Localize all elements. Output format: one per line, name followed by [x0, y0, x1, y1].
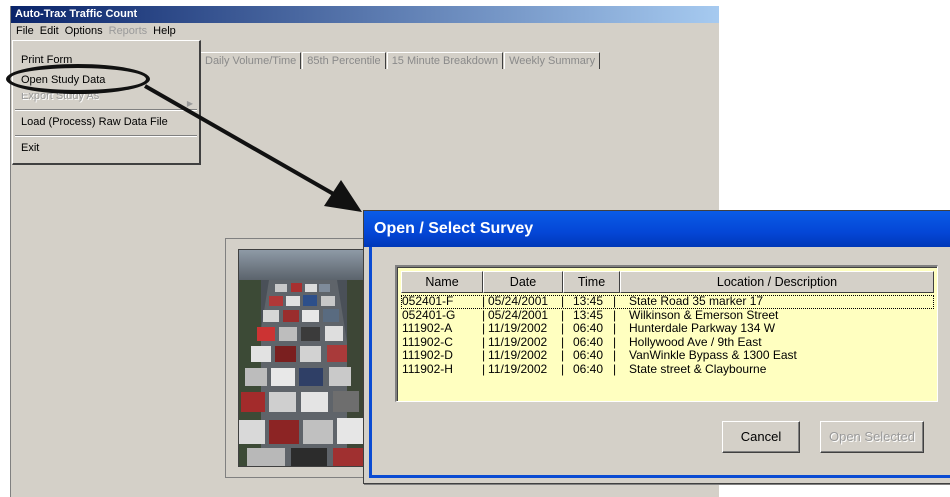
table-row[interactable]: 052401-F | 05/24/2001 | 13:45 | State Ro…	[401, 294, 934, 309]
row-location: Wilkinson & Emerson Street	[629, 307, 779, 322]
open-selected-button[interactable]: Open Selected	[820, 421, 924, 453]
column-header-date[interactable]: Date	[483, 271, 563, 293]
row-location: Hollywood Ave / 9th East	[629, 334, 762, 349]
row-time: 13:45	[573, 307, 604, 322]
table-row[interactable]: 111902-D | 11/19/2002 | 06:40 | VanWinkl…	[401, 348, 934, 363]
row-name: 052401-F	[402, 294, 454, 308]
column-separator: |	[482, 361, 486, 376]
row-date: 05/24/2001	[488, 307, 549, 322]
row-time: 13:45	[573, 294, 604, 308]
column-separator: |	[561, 321, 565, 335]
row-name: 052401-G	[402, 307, 456, 322]
column-separator: |	[482, 321, 486, 335]
row-location: Hunterdale Parkway 134 W	[629, 321, 776, 335]
row-location: State street & Claybourne	[629, 361, 767, 376]
row-date: 11/19/2002	[488, 361, 548, 376]
survey-list[interactable]: Name Date Time Location / Description 05…	[395, 265, 938, 402]
row-location: State Road 35 marker 17	[629, 294, 764, 308]
column-separator: |	[561, 348, 565, 362]
column-header-location[interactable]: Location / Description	[620, 271, 934, 293]
dialog-title: Open / Select Survey	[374, 220, 534, 237]
row-date: 11/19/2002	[488, 321, 548, 335]
open-survey-dialog: Open / Select Survey Name Date Time Loca…	[363, 210, 950, 484]
column-separator: |	[613, 307, 617, 322]
column-separator: |	[482, 334, 486, 349]
row-name: 111902-H	[402, 361, 453, 376]
column-separator: |	[561, 307, 565, 322]
column-separator: |	[482, 294, 486, 308]
row-date: 11/19/2002	[488, 348, 548, 362]
row-name: 111902-C	[402, 334, 453, 349]
column-separator: |	[482, 348, 486, 362]
table-row[interactable]: 111902-C | 11/19/2002 | 06:40 | Hollywoo…	[401, 334, 934, 350]
column-separator: |	[561, 334, 565, 349]
dialog-title-bar[interactable]: Open / Select Survey	[364, 211, 950, 247]
column-separator: |	[482, 307, 486, 322]
row-location: VanWinkle Bypass & 1300 East	[629, 348, 797, 362]
table-row[interactable]: 052401-G | 05/24/2001 | 13:45 | Wilkinso…	[401, 307, 934, 323]
row-name: 111902-D	[402, 348, 453, 362]
column-separator: |	[613, 294, 617, 308]
cancel-button[interactable]: Cancel	[722, 421, 800, 453]
row-name: 111902-A	[402, 321, 453, 335]
column-separator: |	[613, 361, 617, 376]
column-separator: |	[561, 361, 565, 376]
column-separator: |	[613, 334, 617, 349]
row-time: 06:40	[573, 321, 604, 335]
column-header-time[interactable]: Time	[563, 271, 620, 293]
survey-rows: 052401-F | 05/24/2001 | 13:45 | State Ro…	[401, 294, 934, 377]
row-time: 06:40	[573, 348, 604, 362]
column-separator: |	[613, 348, 617, 362]
column-header-name[interactable]: Name	[401, 271, 483, 293]
column-separator: |	[613, 321, 617, 335]
row-time: 06:40	[573, 361, 604, 376]
dialog-body: Name Date Time Location / Description 05…	[369, 247, 950, 478]
table-row[interactable]: 111902-H | 11/19/2002 | 06:40 | State st…	[401, 361, 934, 377]
row-date: 11/19/2002	[488, 334, 548, 349]
row-time: 06:40	[573, 334, 604, 349]
column-separator: |	[561, 294, 565, 308]
row-date: 05/24/2001	[488, 294, 549, 308]
table-row[interactable]: 111902-A | 11/19/2002 | 06:40 | Hunterda…	[401, 321, 934, 336]
